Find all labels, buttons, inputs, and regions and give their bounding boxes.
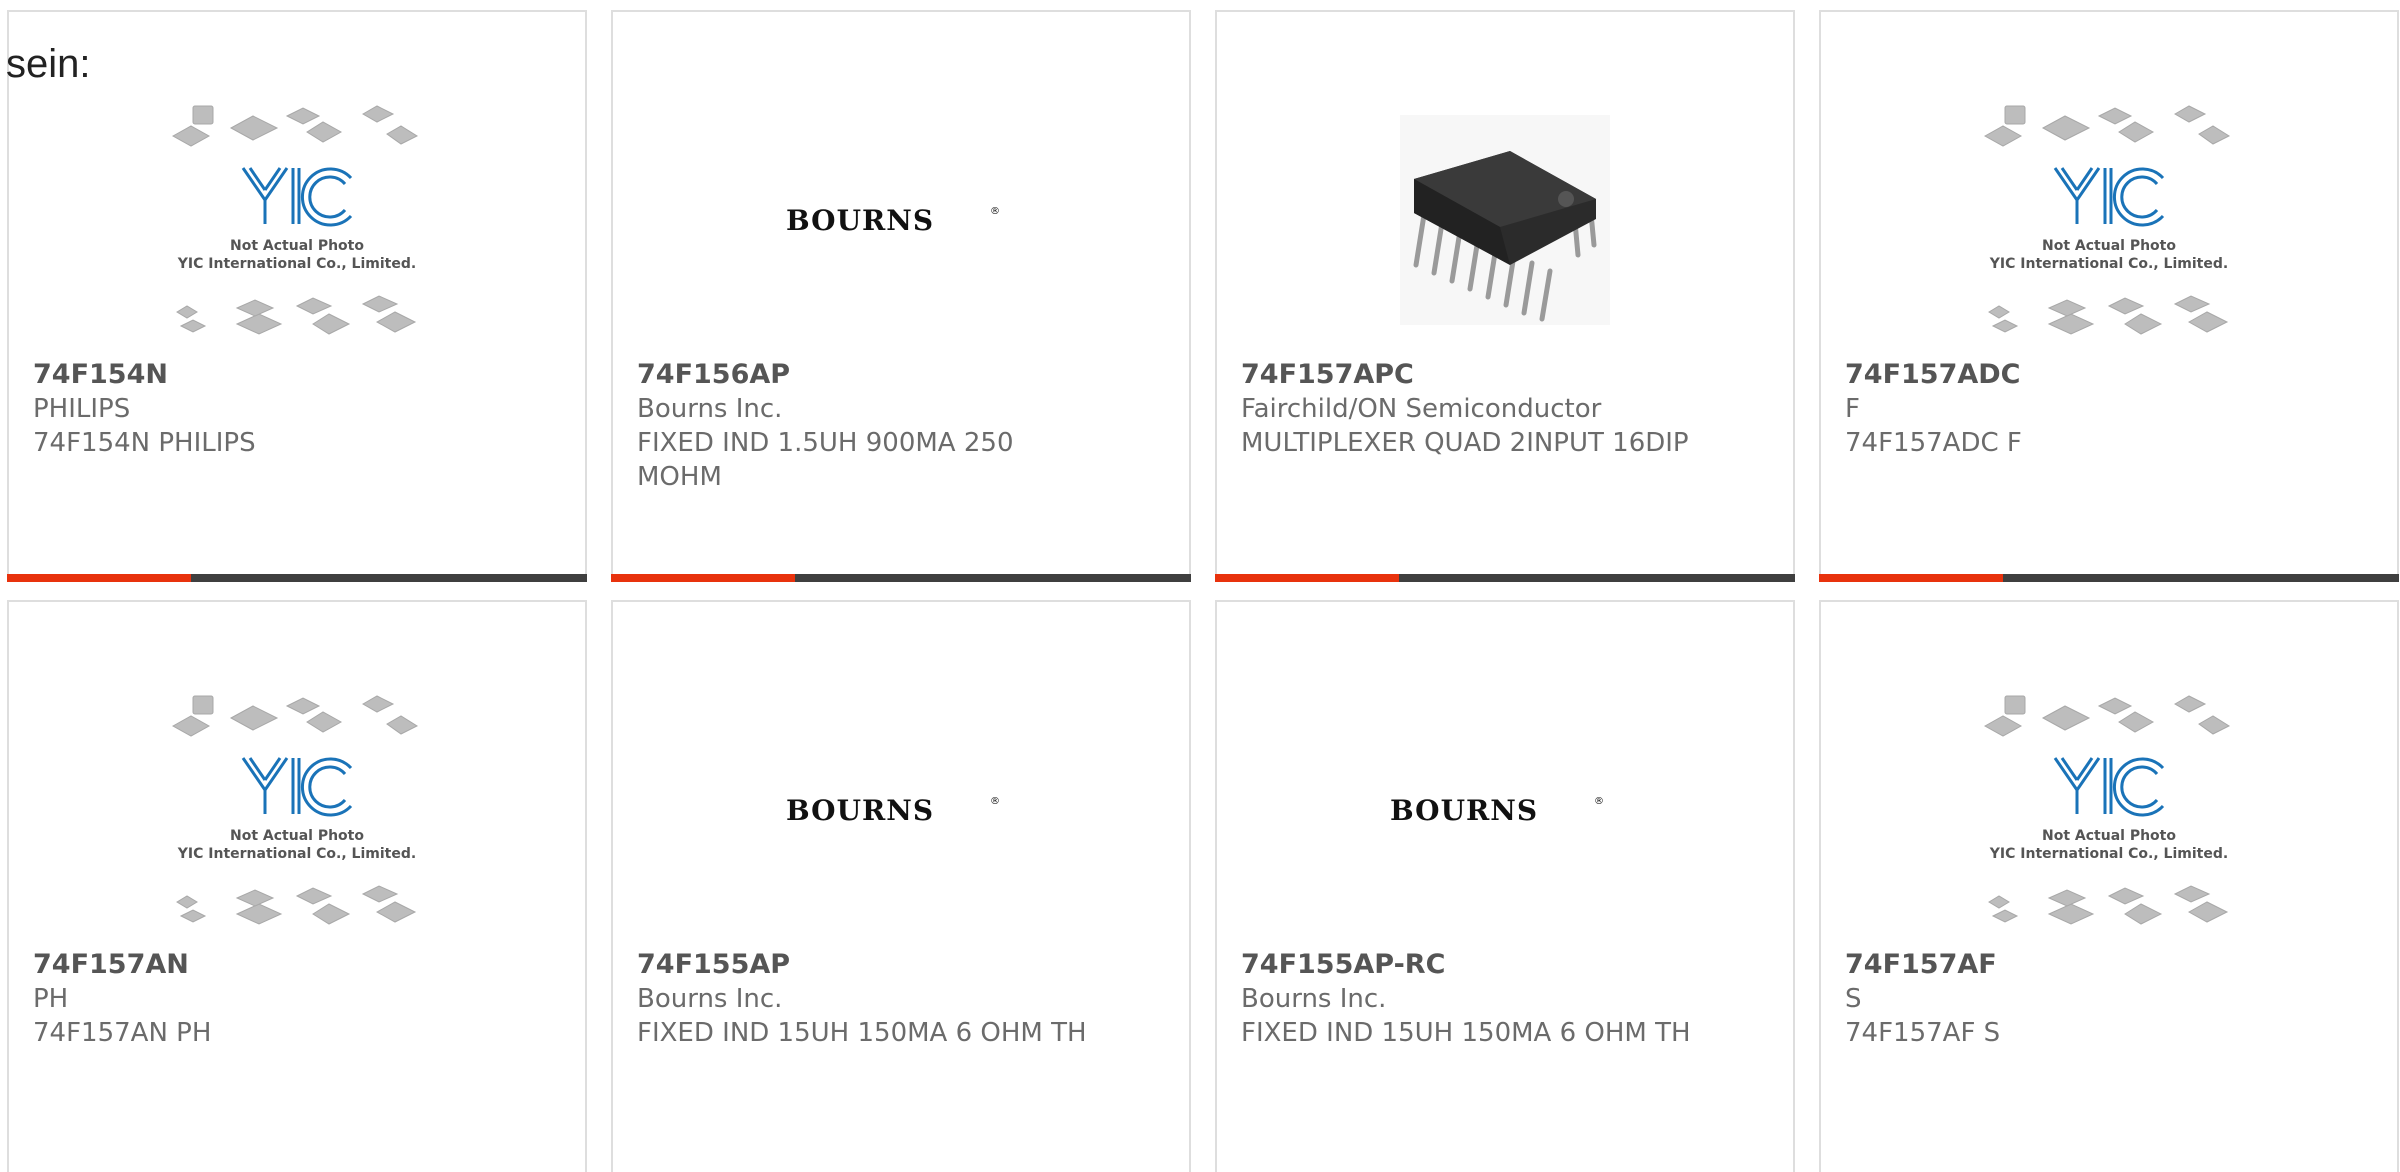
yic-placeholder-image: Not Actual Photo YIC International Co., … <box>171 695 419 925</box>
part-number-link[interactable]: 74F157AN <box>33 948 485 982</box>
product-image[interactable]: BOURNS ® <box>1217 678 1793 942</box>
svg-text:Not Actual Photo: Not Actual Photo <box>230 828 364 844</box>
product-card[interactable]: 74F157APC Fairchild/ON Semiconductor MUL… <box>1215 10 1795 582</box>
manufacturer: PHILIPS <box>33 394 131 424</box>
bourns-logo-image: BOURNS ® <box>786 794 1000 827</box>
description: 74F157AN PH <box>33 1018 212 1048</box>
manufacturer: Bourns Inc. <box>1241 984 1387 1014</box>
svg-text:®: ® <box>1594 796 1604 807</box>
svg-text:YIC International Co., Limited: YIC International Co., Limited. <box>1989 256 2228 272</box>
svg-text:YIC International Co., Limited: YIC International Co., Limited. <box>177 256 416 272</box>
product-image[interactable]: Not Actual Photo YIC International Co., … <box>9 88 585 352</box>
svg-text:®: ® <box>990 206 1000 217</box>
product-card[interactable]: BOURNS ® 74F155AP-RC Bourns Inc. FIXED I… <box>1215 600 1795 1172</box>
card-accent-bar <box>611 574 1191 582</box>
manufacturer: PH <box>33 984 69 1014</box>
product-image[interactable]: Not Actual Photo YIC International Co., … <box>1821 678 2397 942</box>
svg-text:BOURNS: BOURNS <box>786 794 934 827</box>
yic-placeholder-image: Not Actual Photo YIC International Co., … <box>1983 105 2231 335</box>
product-image[interactable] <box>1217 88 1793 352</box>
svg-text:Not Actual Photo: Not Actual Photo <box>230 238 364 254</box>
part-number-link[interactable]: 74F155AP <box>637 948 1089 982</box>
product-image[interactable]: Not Actual Photo YIC International Co., … <box>1821 88 2397 352</box>
product-image[interactable]: BOURNS ® <box>613 88 1189 352</box>
part-number-link[interactable]: 74F157AF <box>1845 948 2297 982</box>
svg-text:BOURNS: BOURNS <box>786 204 934 237</box>
product-card[interactable]: Not Actual Photo YIC International Co., … <box>7 600 587 1172</box>
svg-text:Not Actual Photo: Not Actual Photo <box>2042 238 2176 254</box>
svg-text:YIC International Co., Limited: YIC International Co., Limited. <box>1989 846 2228 862</box>
card-accent-bar <box>1819 574 2399 582</box>
svg-text:®: ® <box>990 796 1000 807</box>
description: 74F154N PHILIPS <box>33 428 256 458</box>
manufacturer: Fairchild/ON Semiconductor <box>1241 394 1602 424</box>
bourns-logo-image: BOURNS ® <box>1390 794 1604 827</box>
description: MULTIPLEXER QUAD 2INPUT 16DIP <box>1241 428 1689 458</box>
manufacturer: S <box>1845 984 1862 1014</box>
yic-placeholder-image: Not Actual Photo YIC International Co., … <box>171 105 419 335</box>
manufacturer: F <box>1845 394 1860 424</box>
svg-text:YIC International Co., Limited: YIC International Co., Limited. <box>177 846 416 862</box>
product-card[interactable]: Not Actual Photo YIC International Co., … <box>1819 600 2399 1172</box>
part-number-link[interactable]: 74F156AP <box>637 358 1089 392</box>
description: 74F157AF S <box>1845 1018 2001 1048</box>
product-card[interactable]: BOURNS ® 74F155AP Bourns Inc. FIXED IND … <box>611 600 1191 1172</box>
description: FIXED IND 1.5UH 900MA 250 MOHM <box>637 428 1014 492</box>
page-heading: sein: <box>6 42 91 86</box>
part-number-link[interactable]: 74F155AP-RC <box>1241 948 1693 982</box>
product-card[interactable]: BOURNS ® 74F156AP Bourns Inc. FIXED IND … <box>611 10 1191 582</box>
yic-placeholder-image: Not Actual Photo YIC International Co., … <box>1983 695 2231 925</box>
bourns-logo-image: BOURNS ® <box>786 204 1000 237</box>
description: FIXED IND 15UH 150MA 6 OHM TH <box>1241 1018 1691 1048</box>
manufacturer: Bourns Inc. <box>637 984 783 1014</box>
product-image[interactable]: Not Actual Photo YIC International Co., … <box>9 678 585 942</box>
product-card[interactable]: Not Actual Photo YIC International Co., … <box>1819 10 2399 582</box>
dip-chip-photo <box>1400 115 1610 325</box>
part-number-link[interactable]: 74F157ADC <box>1845 358 2297 392</box>
product-image[interactable]: BOURNS ® <box>613 678 1189 942</box>
svg-text:BOURNS: BOURNS <box>1390 794 1538 827</box>
manufacturer: Bourns Inc. <box>637 394 783 424</box>
svg-text:Not Actual Photo: Not Actual Photo <box>2042 828 2176 844</box>
product-card[interactable]: Not Actual Photo YIC International Co., … <box>7 10 587 582</box>
part-number-link[interactable]: 74F157APC <box>1241 358 1693 392</box>
part-number-link[interactable]: 74F154N <box>33 358 485 392</box>
card-accent-bar <box>1215 574 1795 582</box>
card-accent-bar <box>7 574 587 582</box>
description: FIXED IND 15UH 150MA 6 OHM TH <box>637 1018 1087 1048</box>
description: 74F157ADC F <box>1845 428 2022 458</box>
